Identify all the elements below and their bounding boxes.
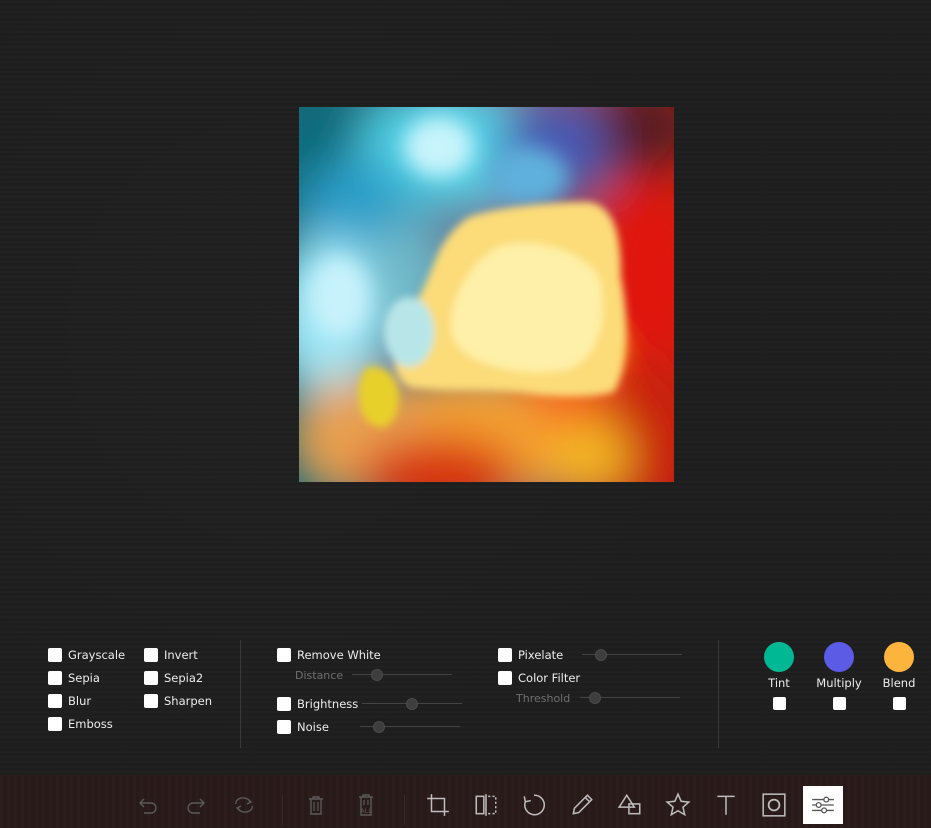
- toolbar-divider: [282, 795, 283, 825]
- text-icon: [717, 795, 735, 815]
- blend-checkbox[interactable]: [892, 697, 906, 710]
- remove-white-label: Remove White: [297, 648, 381, 662]
- sepia2-checkbox[interactable]: [144, 671, 158, 685]
- pixelate-slider[interactable]: [582, 649, 682, 661]
- multiply-checkbox[interactable]: [832, 697, 846, 710]
- noise-label: Noise: [297, 720, 329, 734]
- slider-thumb[interactable]: [373, 721, 385, 733]
- threshold-label: Threshold: [516, 692, 571, 705]
- crop-icon: [427, 794, 449, 816]
- blend-label: Blend: [882, 676, 916, 690]
- sharpen-label: Sharpen: [164, 694, 213, 708]
- rotate-icon: [523, 794, 545, 816]
- filter-panel: Grayscale Sepia Blur Emboss Invert Sepia…: [0, 630, 931, 775]
- filter-emboss[interactable]: Emboss: [48, 715, 113, 733]
- pixelate-checkbox[interactable]: [498, 648, 512, 662]
- blur-label: Blur: [68, 694, 92, 708]
- filter-color-filter[interactable]: Color Filter: [498, 669, 580, 687]
- reset-icon: [235, 797, 253, 813]
- pixelate-label: Pixelate: [518, 648, 564, 662]
- remove-white-checkbox[interactable]: [277, 648, 291, 662]
- filter-grayscale[interactable]: Grayscale: [48, 646, 125, 664]
- emboss-label: Emboss: [68, 717, 113, 731]
- brightness-checkbox[interactable]: [277, 697, 291, 711]
- threshold-slider[interactable]: [580, 692, 680, 704]
- delete-button[interactable]: [296, 786, 336, 824]
- invert-label: Invert: [164, 648, 198, 662]
- brightness-slider[interactable]: [362, 698, 462, 710]
- undo-button[interactable]: [128, 786, 168, 824]
- sepia-checkbox[interactable]: [48, 671, 62, 685]
- color-filter-checkbox[interactable]: [498, 671, 512, 685]
- distance-slider[interactable]: [352, 669, 452, 681]
- filter-blur[interactable]: Blur: [48, 692, 91, 710]
- filter-button[interactable]: [803, 786, 843, 824]
- color-mode-tint: Tint: [749, 642, 809, 710]
- sepia2-label: Sepia2: [164, 671, 204, 685]
- shape-icon: [617, 793, 641, 815]
- sharpen-checkbox[interactable]: [144, 694, 158, 708]
- filter-noise[interactable]: Noise: [277, 718, 329, 736]
- delete-all-button[interactable]: ALL: [346, 786, 386, 824]
- invert-checkbox[interactable]: [144, 648, 158, 662]
- filter-invert[interactable]: Invert: [144, 646, 198, 664]
- divider: [240, 640, 241, 748]
- draw-button[interactable]: [562, 786, 602, 824]
- filter-pixelate[interactable]: Pixelate: [498, 646, 563, 664]
- text-button[interactable]: [706, 786, 746, 824]
- tint-checkbox[interactable]: [772, 697, 786, 710]
- redo-icon: [187, 798, 205, 814]
- flip-icon: [475, 794, 497, 816]
- color-mode-blend: Blend: [869, 642, 929, 710]
- color-filter-label: Color Filter: [518, 671, 581, 685]
- pencil-icon: [572, 794, 593, 815]
- color-mode-multiply: Multiply: [809, 642, 869, 710]
- trash-icon: [309, 796, 323, 815]
- slider-thumb[interactable]: [406, 698, 418, 710]
- divider: [718, 640, 719, 748]
- slider-track: [352, 674, 452, 675]
- filter-sepia2[interactable]: Sepia2: [144, 669, 203, 687]
- blend-color-swatch[interactable]: [884, 642, 914, 672]
- flip-button[interactable]: [466, 786, 506, 824]
- noise-slider[interactable]: [360, 721, 460, 733]
- filter-brightness[interactable]: Brightness: [277, 695, 358, 713]
- blur-checkbox[interactable]: [48, 694, 62, 708]
- tint-color-swatch[interactable]: [764, 642, 794, 672]
- undo-icon: [139, 798, 157, 814]
- distance-label: Distance: [295, 669, 344, 682]
- delete-all-text: ALL: [360, 807, 372, 815]
- reset-button[interactable]: [224, 786, 264, 824]
- toolbar-divider: [404, 795, 405, 825]
- mask-icon: [762, 793, 786, 817]
- redo-button[interactable]: [176, 786, 216, 824]
- noise-checkbox[interactable]: [277, 720, 291, 734]
- multiply-color-swatch[interactable]: [824, 642, 854, 672]
- brightness-label: Brightness: [297, 697, 359, 711]
- sepia-label: Sepia: [68, 671, 100, 685]
- rotate-button[interactable]: [514, 786, 554, 824]
- filter-sharpen[interactable]: Sharpen: [144, 692, 212, 710]
- crop-button[interactable]: [418, 786, 458, 824]
- trash-all-icon: ALL: [359, 794, 373, 816]
- grayscale-label: Grayscale: [68, 648, 126, 662]
- star-icon: [665, 792, 691, 817]
- multiply-label: Multiply: [816, 676, 862, 690]
- slider-thumb[interactable]: [589, 692, 601, 704]
- slider-thumb[interactable]: [371, 669, 383, 681]
- slider-thumb[interactable]: [595, 649, 607, 661]
- bottom-toolbar: ALL: [0, 775, 931, 828]
- filter-remove-white[interactable]: Remove White: [277, 646, 381, 664]
- grayscale-checkbox[interactable]: [48, 648, 62, 662]
- editor-canvas: [0, 0, 931, 630]
- emboss-checkbox[interactable]: [48, 717, 62, 731]
- shape-button[interactable]: [610, 786, 650, 824]
- filter-sepia[interactable]: Sepia: [48, 669, 100, 687]
- edited-image[interactable]: [299, 107, 674, 482]
- filter-sliders-icon: [812, 796, 834, 814]
- mask-button[interactable]: [754, 786, 794, 824]
- icon-button[interactable]: [658, 786, 698, 824]
- tint-label: Tint: [768, 676, 790, 690]
